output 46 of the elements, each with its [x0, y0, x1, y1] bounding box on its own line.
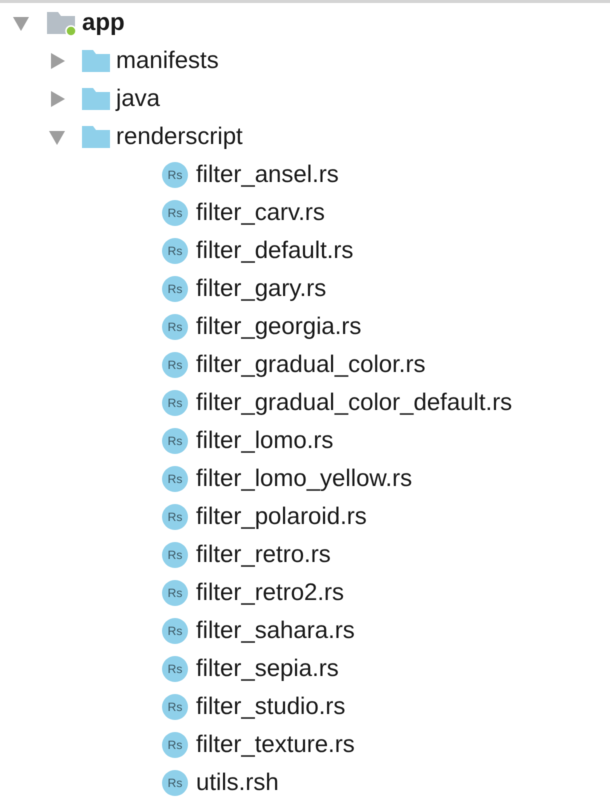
folder-name[interactable]: manifests	[116, 47, 219, 75]
rs-file-icon: Rs	[162, 200, 188, 226]
rs-file-icon: Rs	[162, 732, 188, 758]
rs-file-icon: Rs	[162, 770, 188, 796]
collapsed-arrow-icon[interactable]	[48, 90, 66, 108]
file-name[interactable]: filter_sahara.rs	[196, 617, 355, 645]
file-name[interactable]: filter_georgia.rs	[196, 313, 362, 341]
folder-icon	[82, 88, 110, 110]
rs-file-icon: Rs	[162, 694, 188, 720]
rs-file-icon: Rs	[162, 428, 188, 454]
file-name[interactable]: filter_texture.rs	[196, 731, 355, 759]
file-name[interactable]: filter_default.rs	[196, 237, 354, 265]
module-folder-icon	[46, 10, 78, 36]
rs-file-icon: Rs	[162, 390, 188, 416]
expanded-arrow-icon[interactable]	[12, 14, 30, 32]
file-name[interactable]: filter_sepia.rs	[196, 655, 339, 683]
collapsed-arrow-icon[interactable]	[48, 52, 66, 70]
folder-name[interactable]: java	[116, 85, 160, 113]
file-name[interactable]: filter_studio.rs	[196, 693, 346, 721]
file-name[interactable]: filter_polaroid.rs	[196, 503, 367, 531]
file-name[interactable]: filter_lomo_yellow.rs	[196, 465, 412, 493]
file-name[interactable]: filter_retro2.rs	[196, 579, 344, 607]
rs-file-icon: Rs	[162, 238, 188, 264]
file-name[interactable]: filter_gradual_color_default.rs	[196, 389, 512, 417]
rs-file-icon: Rs	[162, 162, 188, 188]
file-name[interactable]: filter_gradual_color.rs	[196, 351, 426, 379]
file-name[interactable]: utils.rsh	[196, 769, 279, 797]
folder-name[interactable]: app	[82, 9, 125, 37]
rs-file-icon: Rs	[162, 504, 188, 530]
file-name[interactable]: filter_retro.rs	[196, 541, 331, 569]
file-name[interactable]: filter_lomo.rs	[196, 427, 334, 455]
rs-file-icon: Rs	[162, 656, 188, 682]
rs-file-icon: Rs	[162, 542, 188, 568]
rs-file-icon: Rs	[162, 618, 188, 644]
rs-file-icon: Rs	[162, 276, 188, 302]
rs-file-icon: Rs	[162, 314, 188, 340]
folder-name[interactable]: renderscript	[116, 123, 243, 151]
file-name[interactable]: filter_gary.rs	[196, 275, 326, 303]
rs-file-icon: Rs	[162, 352, 188, 378]
expanded-arrow-icon[interactable]	[48, 128, 66, 146]
file-name[interactable]: filter_ansel.rs	[196, 161, 339, 189]
rs-file-icon: Rs	[162, 580, 188, 606]
rs-file-icon: Rs	[162, 466, 188, 492]
file-name[interactable]: filter_carv.rs	[196, 199, 325, 227]
folder-icon	[82, 50, 110, 72]
folder-icon	[82, 126, 110, 148]
